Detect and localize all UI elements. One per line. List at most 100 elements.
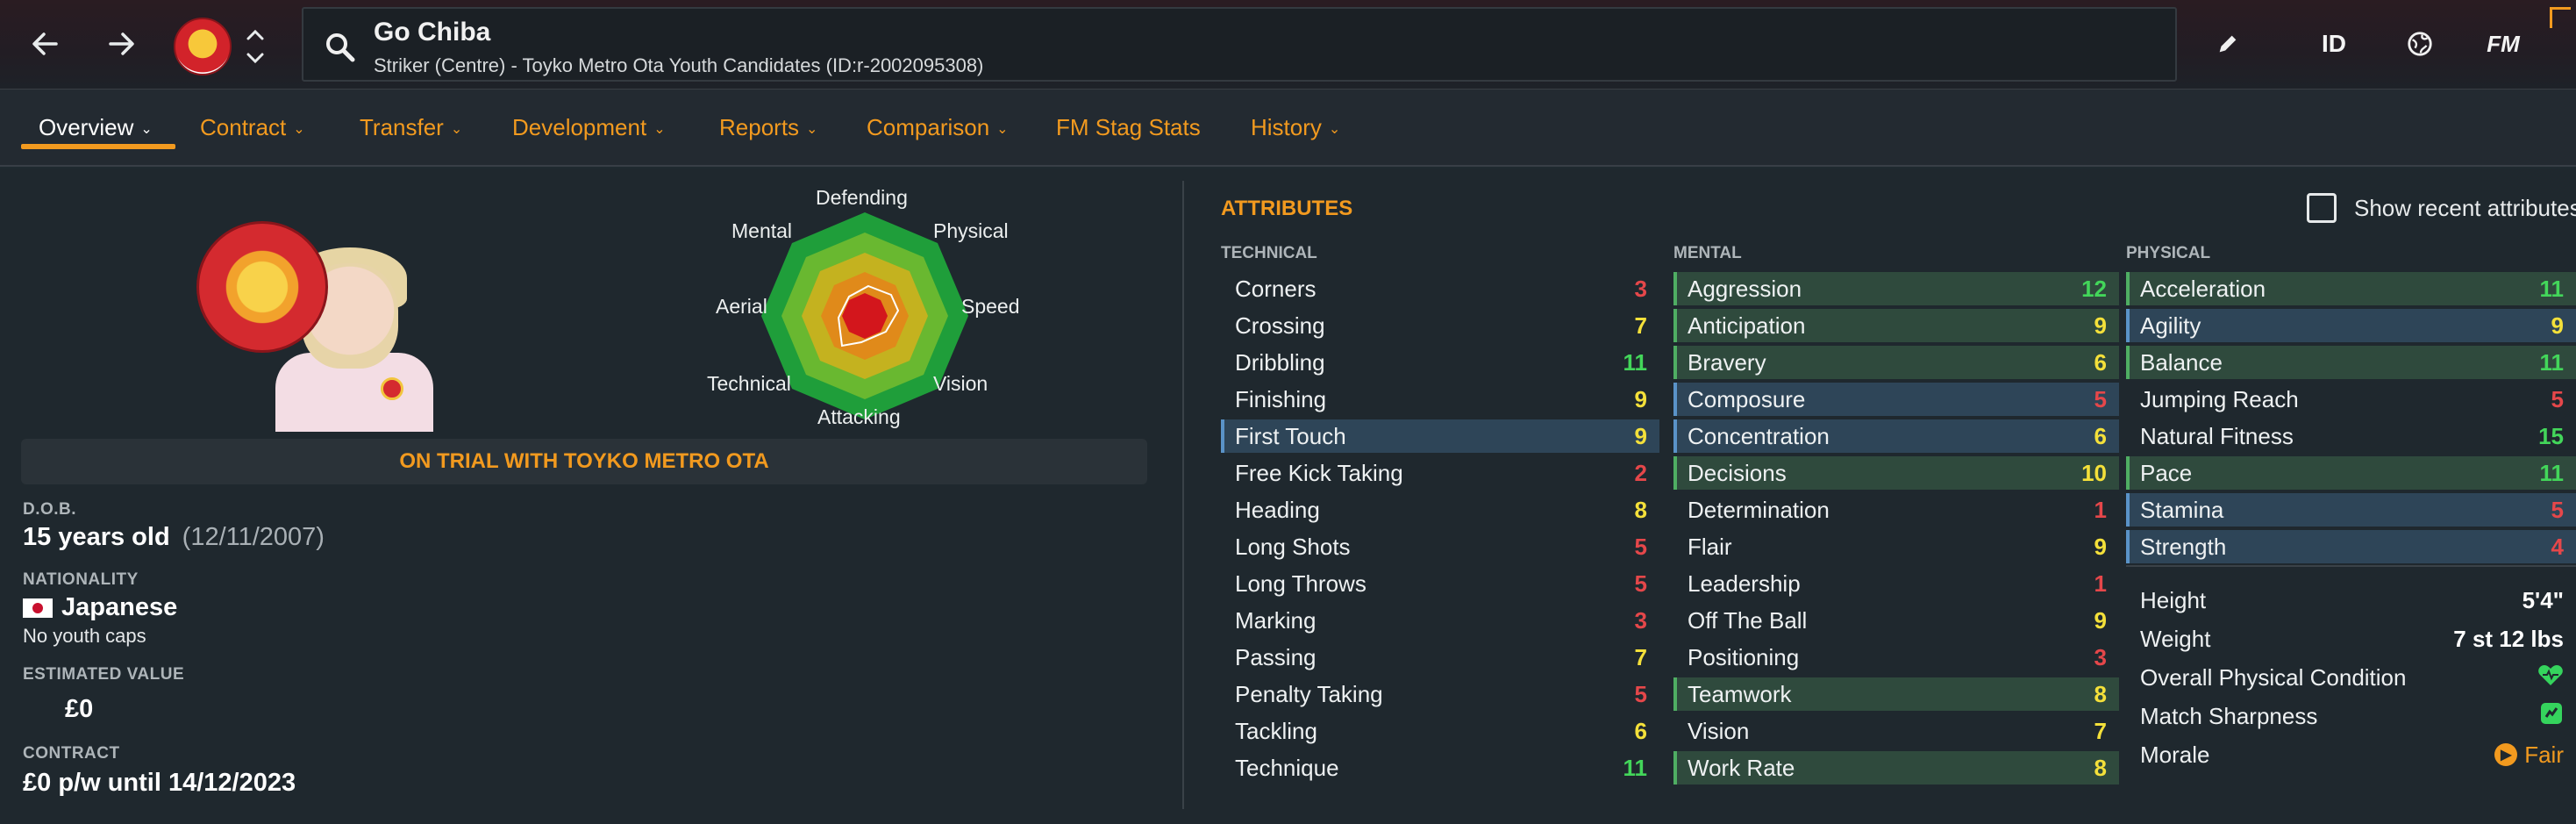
player-profile-panel: Defending Physical Speed Vision Attackin… [0, 168, 1175, 824]
attribute-row-first-touch[interactable]: First Touch 9 [1221, 419, 1659, 453]
club-crest-icon[interactable] [174, 18, 232, 75]
id-button[interactable]: ID [2312, 23, 2356, 65]
attribute-value: 5 [1634, 533, 1647, 560]
attribute-name: Vision [1688, 717, 1750, 744]
attribute-row-leadership[interactable]: Leadership 1 [1673, 567, 2119, 600]
mental-header: MENTAL [1673, 244, 1742, 262]
player-search-box[interactable]: Go Chiba Striker (Centre) - Toyko Metro … [302, 7, 2177, 82]
dob-label: D.O.B. [23, 500, 77, 519]
match-sharpness-icon[interactable] [2539, 701, 2564, 732]
tab-label: Comparison [867, 114, 990, 140]
youth-caps: No youth caps [23, 625, 146, 647]
attribute-value: 9 [1634, 385, 1647, 412]
attribute-row-crossing[interactable]: Crossing 7 [1221, 309, 1659, 342]
tab-development[interactable]: Development ⌄ [512, 114, 666, 141]
attribute-row-anticipation[interactable]: Anticipation 9 [1673, 309, 2119, 342]
show-recent-checkbox[interactable] [2307, 193, 2337, 223]
attribute-row-determination[interactable]: Determination 1 [1673, 493, 2119, 527]
physical-info-weight: Weight 7 st 12 lbs [2126, 621, 2576, 656]
attribute-value: 7 [1634, 643, 1647, 670]
attribute-row-strength[interactable]: Strength 4 [2126, 530, 2576, 563]
attribute-row-finishing[interactable]: Finishing 9 [1221, 383, 1659, 416]
attribute-name: Crossing [1235, 312, 1325, 339]
attribute-value: 8 [2094, 680, 2107, 707]
attribute-name: Heading [1235, 496, 1320, 523]
attribute-name: Bravery [1688, 348, 1766, 376]
tab-label: Overview [39, 114, 134, 140]
tab-reports[interactable]: Reports ⌄ [719, 114, 817, 141]
attribute-name: Decisions [1688, 459, 1787, 486]
attribute-row-long-shots[interactable]: Long Shots 5 [1221, 530, 1659, 563]
attribute-row-decisions[interactable]: Decisions 10 [1673, 456, 2119, 490]
attribute-row-bravery[interactable]: Bravery 6 [1673, 346, 2119, 379]
panel-divider [1182, 181, 1184, 809]
radar-label-attacking: Attacking [817, 405, 901, 428]
attribute-row-dribbling[interactable]: Dribbling 11 [1221, 346, 1659, 379]
attribute-row-marking[interactable]: Marking 3 [1221, 604, 1659, 637]
attribute-row-pace[interactable]: Pace 11 [2126, 456, 2576, 490]
attribute-row-tackling[interactable]: Tackling 6 [1221, 714, 1659, 748]
radar-label-vision: Vision [933, 372, 988, 395]
tab-history[interactable]: History ⌄ [1251, 114, 1340, 141]
heart-icon[interactable] [2537, 663, 2564, 693]
arrow-right-icon [109, 32, 134, 55]
show-recent-label[interactable]: Show recent attributes [2354, 195, 2576, 222]
world-button[interactable] [2400, 23, 2440, 65]
attribute-row-long-throws[interactable]: Long Throws 5 [1221, 567, 1659, 600]
attribute-row-balance[interactable]: Balance 11 [2126, 346, 2576, 379]
attribute-row-vision[interactable]: Vision 7 [1673, 714, 2119, 748]
attribute-row-composure[interactable]: Composure 5 [1673, 383, 2119, 416]
nationality-value[interactable]: Japanese [23, 593, 177, 622]
back-button[interactable] [21, 19, 70, 68]
tab-label: Transfer [360, 114, 444, 140]
attribute-row-corners[interactable]: Corners 3 [1221, 272, 1659, 305]
attribute-row-teamwork[interactable]: Teamwork 8 [1673, 677, 2119, 711]
attribute-row-flair[interactable]: Flair 9 [1673, 530, 2119, 563]
tab-overview[interactable]: Overview ⌄ [39, 114, 153, 141]
attribute-name: Technique [1235, 754, 1339, 781]
attribute-name: Teamwork [1688, 680, 1792, 707]
attribute-value: 11 [2539, 459, 2565, 486]
attribute-value: 6 [1634, 717, 1647, 744]
attribute-row-technique[interactable]: Technique 11 [1221, 751, 1659, 785]
attribute-row-heading[interactable]: Heading 8 [1221, 493, 1659, 527]
forward-button[interactable] [96, 19, 146, 68]
attribute-name: Off The Ball [1688, 606, 1808, 634]
attribute-value: 6 [2094, 422, 2107, 449]
tab-transfer[interactable]: Transfer ⌄ [360, 114, 462, 141]
attribute-row-acceleration[interactable]: Acceleration 11 [2126, 272, 2576, 305]
attribute-name: Aggression [1688, 275, 1802, 302]
attribute-row-aggression[interactable]: Aggression 12 [1673, 272, 2119, 305]
attribute-row-work-rate[interactable]: Work Rate 8 [1673, 751, 2119, 785]
edit-button[interactable] [2210, 23, 2245, 65]
fm-button[interactable]: FM [2477, 23, 2530, 65]
attribute-name: Determination [1688, 496, 1830, 523]
morale-icon[interactable]: ▶ [2494, 743, 2518, 766]
tab-fm-stag-stats[interactable]: FM Stag Stats [1056, 114, 1201, 141]
attribute-row-free-kick-taking[interactable]: Free Kick Taking 2 [1221, 456, 1659, 490]
attribute-row-concentration[interactable]: Concentration 6 [1673, 419, 2119, 453]
attribute-row-agility[interactable]: Agility 9 [2126, 309, 2576, 342]
attribute-row-natural-fitness[interactable]: Natural Fitness 15 [2126, 419, 2576, 453]
attribute-row-off-the-ball[interactable]: Off The Ball 9 [1673, 604, 2119, 637]
radar-label-mental: Mental [731, 219, 793, 242]
chevron-down-icon: ⌄ [653, 122, 666, 138]
tab-comparison[interactable]: Comparison ⌄ [867, 114, 1009, 141]
chevron-down-icon: ⌄ [293, 122, 305, 138]
attribute-row-jumping-reach[interactable]: Jumping Reach 5 [2126, 383, 2576, 416]
up-down-chevron-icon[interactable] [242, 23, 268, 70]
attribute-name: Positioning [1688, 643, 1800, 670]
radar-label-technical: Technical [707, 372, 791, 395]
attribute-name: Natural Fitness [2140, 422, 2294, 449]
attribute-row-penalty-taking[interactable]: Penalty Taking 5 [1221, 677, 1659, 711]
physical-info-height: Height 5'4" [2126, 583, 2576, 618]
attribute-row-passing[interactable]: Passing 7 [1221, 641, 1659, 674]
globe-icon [2408, 32, 2432, 56]
attribute-value: 11 [1623, 754, 1648, 781]
attribute-row-stamina[interactable]: Stamina 5 [2126, 493, 2576, 527]
tab-contract[interactable]: Contract ⌄ [200, 114, 305, 141]
player-portrait [196, 221, 442, 432]
attribute-name: Agility [2140, 312, 2201, 339]
chevron-down-icon: ⌄ [140, 122, 153, 138]
attribute-row-positioning[interactable]: Positioning 3 [1673, 641, 2119, 674]
